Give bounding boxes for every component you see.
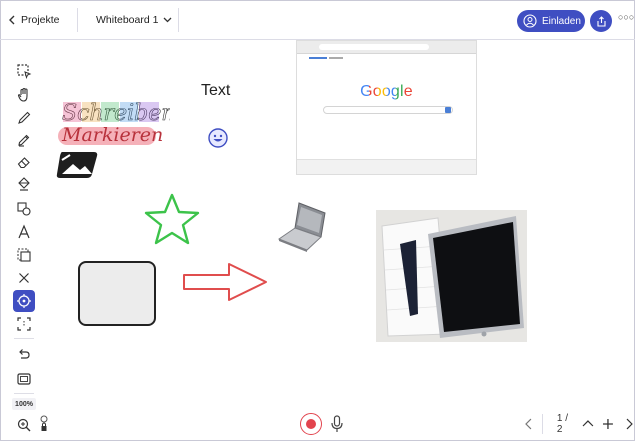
chevron-down-icon [163, 17, 172, 23]
marker-icon [18, 134, 30, 147]
shapes-tool[interactable] [13, 198, 35, 220]
hand-tool[interactable] [13, 84, 35, 106]
lock-toggle[interactable] [38, 414, 50, 436]
page-navigation: 1 / 2 [516, 413, 634, 435]
rounded-rectangle-shape[interactable] [78, 261, 156, 326]
google-logo-text: Google [360, 83, 413, 100]
chevron-left-icon [9, 15, 15, 25]
chevron-up-icon[interactable] [582, 419, 594, 429]
invite-label: Einladen [542, 15, 581, 27]
close-icon [19, 273, 29, 283]
select-icon [17, 64, 32, 79]
board-title: Whiteboard 1 [96, 14, 159, 26]
laser-pointer-tool[interactable] [13, 290, 35, 312]
share-icon [596, 15, 606, 27]
sticky-note-icon [17, 248, 31, 262]
notebook-tablet-image [376, 210, 527, 342]
chevron-left-icon[interactable] [524, 418, 534, 430]
handwriting-markieren[interactable]: Markieren [58, 123, 163, 149]
browser-tab-links [309, 57, 327, 59]
fill-bucket-icon [18, 177, 30, 191]
microphone-icon[interactable] [330, 415, 344, 433]
text-tool[interactable] [13, 221, 35, 243]
fill-tool[interactable] [13, 173, 35, 195]
crop-icon [17, 317, 31, 331]
zoom-in-button[interactable] [13, 414, 35, 436]
notebook-tablet-photo[interactable] [376, 210, 527, 342]
eraser-tool[interactable] [13, 151, 35, 173]
eraser-icon [17, 157, 30, 169]
marker-tool[interactable] [13, 129, 35, 151]
hand-icon [17, 87, 28, 102]
undo-icon [19, 349, 30, 359]
pen-icon [18, 111, 31, 124]
screen-icon [17, 373, 31, 385]
share-button[interactable] [590, 10, 612, 32]
board-title-dropdown[interactable]: Whiteboard 1 [96, 11, 172, 29]
page-indicator: 1 / 2 [556, 413, 569, 435]
smiley-emoji-icon[interactable] [207, 127, 229, 149]
record-button[interactable] [300, 413, 322, 435]
pen-tool[interactable] [13, 107, 35, 129]
recording-controls [300, 413, 344, 435]
back-label: Projekte [21, 14, 60, 26]
google-logo: Google [297, 83, 476, 101]
browser-chrome [297, 41, 476, 54]
zoom-level[interactable]: 100% [12, 398, 36, 410]
user-icon [523, 14, 537, 28]
text-icon [18, 224, 30, 239]
more-options-button[interactable]: ○○○ [618, 12, 634, 22]
sticky-note-tool[interactable] [13, 244, 35, 266]
lock-icon [40, 415, 48, 431]
divider [178, 8, 179, 32]
toolbar-divider [14, 393, 34, 394]
crop-tool[interactable] [13, 313, 35, 335]
magnifier-plus-icon [17, 418, 31, 432]
undo-tool[interactable] [13, 343, 35, 365]
top-bar: Projekte Whiteboard 1 Einladen ○○○ [0, 0, 635, 40]
browser-search-box [323, 106, 453, 114]
screen-tool[interactable] [13, 368, 35, 390]
plus-icon[interactable] [602, 418, 614, 430]
search-icon [445, 107, 451, 113]
shapes-icon [17, 202, 31, 216]
divider [541, 414, 543, 434]
record-dot-icon [306, 419, 316, 429]
chevron-right-icon[interactable] [624, 418, 634, 430]
laptop-icon[interactable] [277, 199, 331, 255]
image-sticker-icon[interactable] [56, 152, 98, 178]
more-icon: ○○○ [618, 12, 635, 22]
browser-footer [297, 159, 476, 174]
select-tool[interactable] [13, 60, 35, 82]
back-to-projects-button[interactable]: Projekte [8, 11, 60, 29]
browser-screenshot[interactable]: Google [296, 40, 477, 175]
toolbar-divider [14, 338, 34, 339]
arrow-shape[interactable] [181, 261, 269, 303]
invite-button[interactable]: Einladen [517, 10, 585, 32]
browser-url-bar [319, 44, 429, 50]
markieren-text: Markieren [62, 124, 164, 146]
crosshair-icon [17, 294, 31, 308]
close-tool[interactable] [13, 267, 35, 289]
star-shape[interactable] [143, 193, 201, 245]
browser-tab-links [329, 57, 343, 59]
canvas-text-item[interactable]: Text [201, 82, 230, 100]
divider [77, 8, 78, 32]
